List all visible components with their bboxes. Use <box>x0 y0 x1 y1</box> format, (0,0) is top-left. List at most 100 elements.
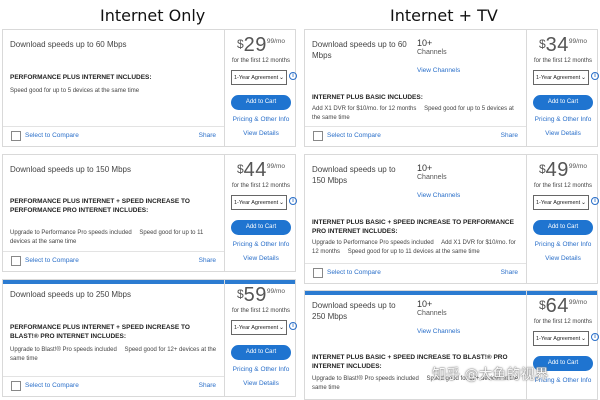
plan-info: Download speeds up to 60 Mbps 10+ Channel… <box>305 30 527 146</box>
view-details-link[interactable]: View Details <box>527 255 599 262</box>
feature-item: Add X1 DVR for $10/mo. for 12 months <box>312 106 417 112</box>
price-panel: $4999/mo for the first 12 months 1-Year … <box>527 155 599 283</box>
select-to-compare-label[interactable]: Select to Compare <box>25 257 79 264</box>
currency-symbol: $ <box>538 162 546 176</box>
chevron-down-icon: ⌄ <box>278 200 284 206</box>
includes-heading: PERFORMANCE PLUS INTERNET INCLUDES: <box>10 74 152 81</box>
price-dollars: 34 <box>545 34 569 56</box>
plan-info: Download speeds up to 150 Mbps 10+ Channe… <box>305 155 527 283</box>
agreement-value: 1-Year Agreement <box>234 75 279 81</box>
view-details-link[interactable]: View Details <box>527 130 599 137</box>
compare-checkbox[interactable] <box>11 381 21 391</box>
plan-info: Download speeds up to 60 Mbps PERFORMANC… <box>3 30 225 146</box>
price-panel: $2999/mo for the first 12 months 1-Year … <box>225 30 297 146</box>
chevron-down-icon: ⌄ <box>278 75 284 81</box>
agreement-select[interactable]: 1-Year Agreement ⌄ <box>231 195 287 210</box>
channel-count: 10+ Channels <box>417 38 447 58</box>
pricing-other-info-link[interactable]: Pricing & Other Info <box>225 366 297 373</box>
agreement-select[interactable]: 1-Year Agreement ⌄ <box>231 320 287 335</box>
includes-heading: INTERNET PLUS BASIC INCLUDES: <box>312 94 423 101</box>
select-to-compare-label[interactable]: Select to Compare <box>25 132 79 139</box>
channel-number: 10+ <box>417 299 433 309</box>
watermark-text: 知乎 @大鱼的视界 <box>432 367 549 383</box>
view-channels-link[interactable]: View Channels <box>417 67 460 74</box>
add-to-cart-button[interactable]: Add to Cart <box>231 220 291 235</box>
add-to-cart-button[interactable]: Add to Cart <box>231 345 291 360</box>
share-link[interactable]: Share <box>501 269 518 276</box>
compare-checkbox[interactable] <box>11 131 21 141</box>
feature-item: Upgrade to Performance Pro speeds includ… <box>312 240 434 246</box>
feature-list: Upgrade to Performance Pro speeds includ… <box>312 239 522 257</box>
compare-checkbox[interactable] <box>313 131 323 141</box>
price-term-note: for the first 12 months <box>533 319 593 325</box>
plan-card-tv-150: Download speeds up to 150 Mbps 10+ Channe… <box>304 154 599 284</box>
info-icon[interactable]: i <box>289 322 297 330</box>
feature-list: Add X1 DVR for $10/mo. for 12 months Spe… <box>312 105 522 123</box>
view-details-link[interactable]: View Details <box>225 255 297 262</box>
select-to-compare-label[interactable]: Select to Compare <box>327 269 381 276</box>
pricing-other-info-link[interactable]: Pricing & Other Info <box>527 241 599 248</box>
download-speed-text: Download speeds up to 60 Mbps <box>312 40 407 60</box>
price-panel: $5999/mo for the first 12 months 1-Year … <box>225 280 297 396</box>
info-icon[interactable]: i <box>591 197 599 205</box>
currency-symbol: $ <box>236 287 244 301</box>
feature-item: Upgrade to Blast!® Pro speeds included <box>10 347 117 353</box>
chevron-down-icon: ⌄ <box>278 325 284 331</box>
add-to-cart-button[interactable]: Add to Cart <box>533 95 593 110</box>
feature-item: Upgrade to Performance Pro speeds includ… <box>10 230 132 236</box>
compare-checkbox[interactable] <box>11 256 21 266</box>
agreement-value: 1-Year Agreement <box>234 325 279 331</box>
price-cents: 99/mo <box>266 288 285 295</box>
agreement-value: 1-Year Agreement <box>536 336 581 342</box>
view-channels-link[interactable]: View Channels <box>417 328 460 335</box>
info-icon[interactable]: i <box>591 72 599 80</box>
feature-list: Speed good for up to 5 devices at the sa… <box>10 87 220 96</box>
pricing-other-info-link[interactable]: Pricing & Other Info <box>225 241 297 248</box>
compare-row: Select to Compare Share <box>3 126 224 146</box>
select-to-compare-label[interactable]: Select to Compare <box>25 382 79 389</box>
price-dollars: 44 <box>243 159 267 181</box>
download-speed-text: Download speeds up to 60 Mbps <box>10 40 127 49</box>
download-speed-text: Download speeds up to 250 Mbps <box>312 301 396 321</box>
column-title-internet-only: Internet Only <box>100 6 206 25</box>
add-to-cart-button[interactable]: Add to Cart <box>231 95 291 110</box>
currency-symbol: $ <box>236 37 244 51</box>
share-link[interactable]: Share <box>199 132 216 139</box>
share-link[interactable]: Share <box>199 382 216 389</box>
download-speed-text: Download speeds up to 250 Mbps <box>10 290 131 299</box>
pricing-other-info-link[interactable]: Pricing & Other Info <box>225 116 297 123</box>
channel-number: 10+ <box>417 38 433 48</box>
info-icon[interactable]: i <box>289 197 297 205</box>
compare-row: Select to Compare Share <box>305 263 526 283</box>
add-to-cart-button[interactable]: Add to Cart <box>533 220 593 235</box>
price-cents: 99/mo <box>266 163 285 170</box>
price-cents: 99/mo <box>266 38 285 45</box>
info-icon[interactable]: i <box>591 333 599 341</box>
view-details-link[interactable]: View Details <box>225 380 297 387</box>
agreement-select[interactable]: 1-Year Agreement ⌄ <box>533 70 589 85</box>
price-cents: 99/mo <box>568 163 587 170</box>
info-icon[interactable]: i <box>289 72 297 80</box>
share-link[interactable]: Share <box>199 257 216 264</box>
channel-label: Channels <box>417 310 447 317</box>
agreement-select[interactable]: 1-Year Agreement ⌄ <box>533 195 589 210</box>
view-channels-link[interactable]: View Channels <box>417 192 460 199</box>
price-cents: 99/mo <box>568 299 587 306</box>
price: $2999/mo <box>225 34 297 57</box>
agreement-select[interactable]: 1-Year Agreement ⌄ <box>533 331 589 346</box>
channel-count: 10+ Channels <box>417 299 447 319</box>
price: $4499/mo <box>225 159 297 182</box>
agreement-value: 1-Year Agreement <box>234 200 279 206</box>
price-cents: 99/mo <box>568 38 587 45</box>
select-to-compare-label[interactable]: Select to Compare <box>327 132 381 139</box>
plan-card-tv-60: Download speeds up to 60 Mbps 10+ Channel… <box>304 29 599 147</box>
agreement-select[interactable]: 1-Year Agreement ⌄ <box>231 70 287 85</box>
compare-row: Select to Compare Share <box>305 126 526 146</box>
view-details-link[interactable]: View Details <box>225 130 297 137</box>
price-term-note: for the first 12 months <box>231 183 291 189</box>
compare-checkbox[interactable] <box>313 268 323 278</box>
pricing-other-info-link[interactable]: Pricing & Other Info <box>527 116 599 123</box>
chevron-down-icon: ⌄ <box>580 75 586 81</box>
currency-symbol: $ <box>538 37 546 51</box>
share-link[interactable]: Share <box>501 132 518 139</box>
